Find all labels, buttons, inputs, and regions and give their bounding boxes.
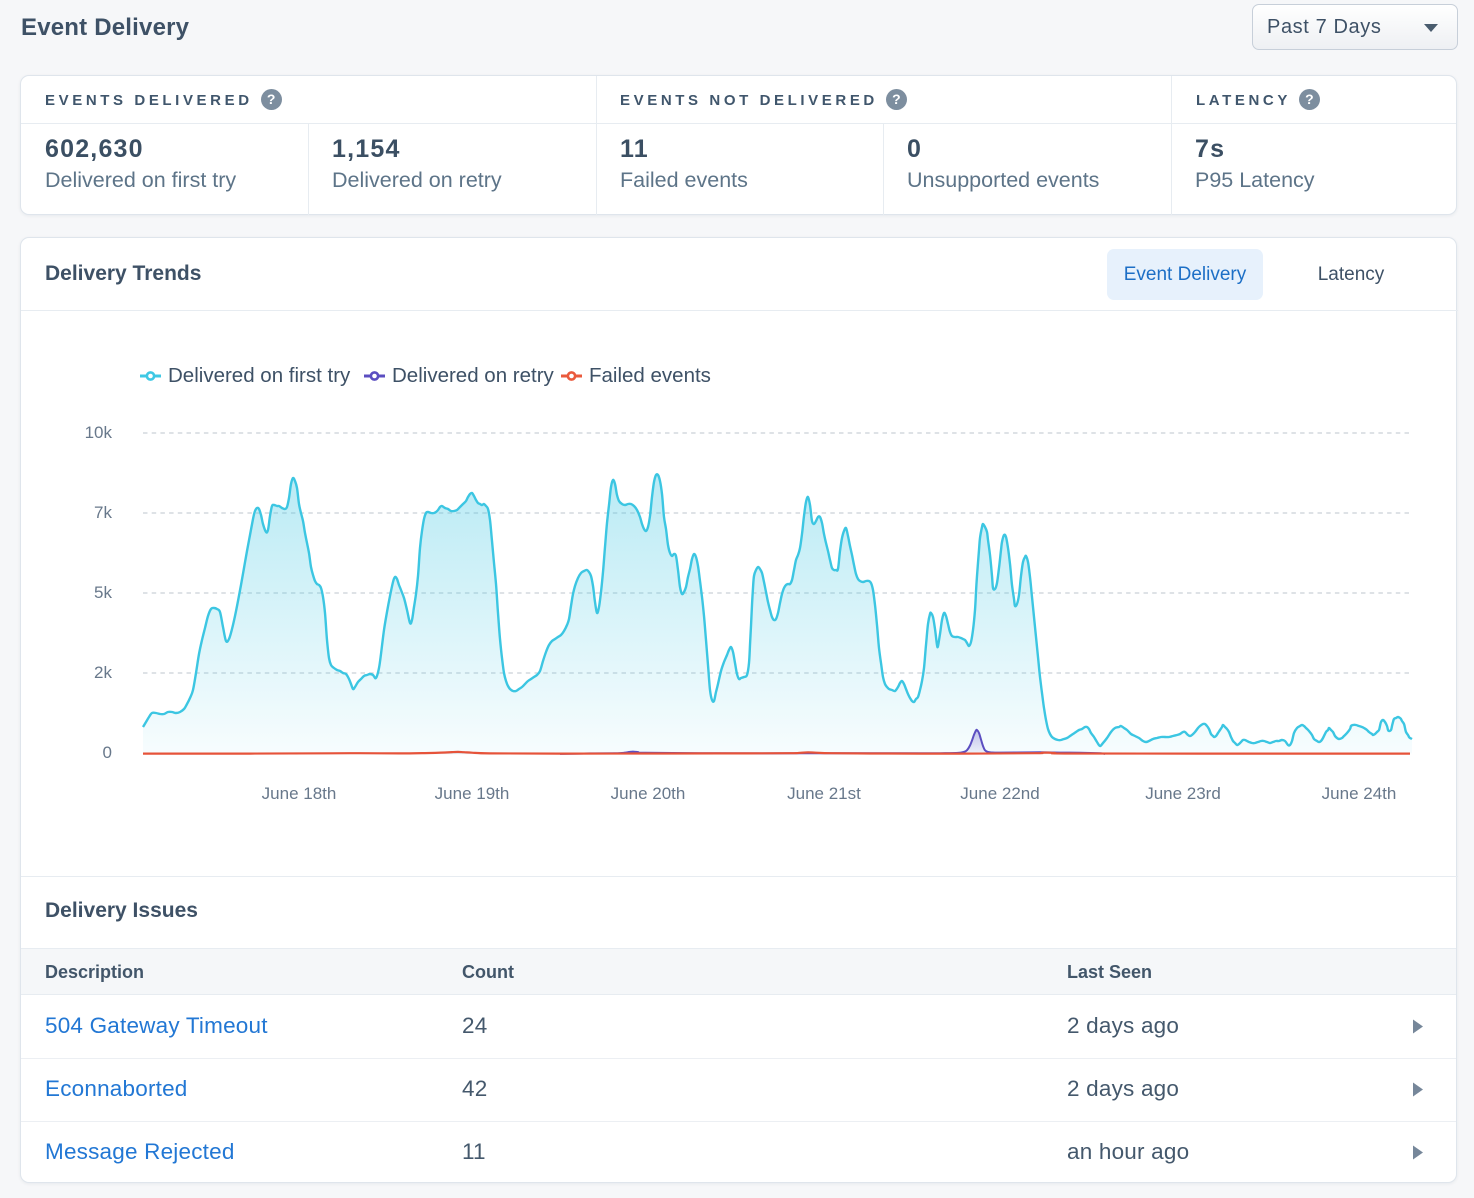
svg-text:June 23rd: June 23rd: [1145, 784, 1221, 803]
svg-text:June 20th: June 20th: [611, 784, 686, 803]
svg-text:5k: 5k: [94, 583, 112, 602]
svg-text:0: 0: [103, 743, 112, 762]
svg-text:June 21st: June 21st: [787, 784, 861, 803]
svg-text:7k: 7k: [94, 503, 112, 522]
svg-text:June 24th: June 24th: [1322, 784, 1397, 803]
svg-text:June 22nd: June 22nd: [960, 784, 1039, 803]
svg-text:2k: 2k: [94, 663, 112, 682]
svg-text:10k: 10k: [85, 423, 113, 442]
svg-text:June 19th: June 19th: [435, 784, 510, 803]
svg-text:June 18th: June 18th: [262, 784, 337, 803]
